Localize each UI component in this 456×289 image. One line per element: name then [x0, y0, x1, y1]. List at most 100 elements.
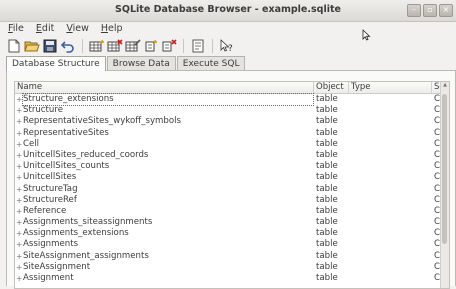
- undo-icon[interactable]: [60, 38, 76, 54]
- tree-row[interactable]: +Assignments_siteassignmentstableC...: [15, 217, 448, 228]
- row-object: table: [316, 273, 338, 283]
- delete-table-icon[interactable]: [107, 38, 123, 54]
- toolbar: ?: [6, 37, 235, 55]
- row-name: UnitcellSites_reduced_coords: [23, 149, 149, 160]
- row-name: Reference: [23, 205, 67, 216]
- row-name: Assignments_siteassignments: [23, 217, 153, 228]
- tree-row[interactable]: +StructureReftableC...: [15, 194, 448, 206]
- row-object: table: [316, 183, 338, 194]
- expand-icon[interactable]: +: [16, 251, 22, 262]
- minimize-button[interactable]: –: [407, 4, 421, 17]
- sql-icon[interactable]: [190, 38, 206, 54]
- column-header-object[interactable]: Object: [314, 82, 349, 93]
- tree-row[interactable]: + RepresentativeSites_wykoff_symbols table…: [15, 116, 448, 127]
- row-name: SiteAssignment_assignments: [23, 250, 149, 261]
- row-name: RepresentativeSites_wykoff_symbols: [23, 116, 181, 127]
- open-database-icon[interactable]: [24, 38, 40, 54]
- expand-icon[interactable]: +: [16, 206, 22, 217]
- row-name: SiteAssignment: [23, 261, 91, 272]
- save-icon[interactable]: [42, 38, 58, 54]
- tree-row[interactable]: +Structure_extensionstableC...: [15, 93, 448, 106]
- scrollbar-thumb[interactable]: [442, 94, 447, 244]
- expand-icon[interactable]: +: [16, 116, 22, 127]
- column-header-type[interactable]: Type: [349, 82, 432, 93]
- row-object: table: [316, 250, 338, 261]
- row-object: table: [316, 127, 338, 138]
- row-object: table: [316, 217, 338, 228]
- tree-row[interactable]: +CelltableC...: [15, 138, 448, 150]
- window-title: SQLite Database Browser - example.sqlite: [115, 4, 341, 15]
- expand-icon[interactable]: +: [16, 184, 22, 195]
- expand-icon[interactable]: +: [16, 139, 22, 150]
- row-object: table: [316, 205, 338, 216]
- tab-bar: Database Structure Browse Data Execute S…: [6, 56, 246, 71]
- row-name: StructureTag: [23, 183, 78, 194]
- tree-row[interactable]: +AssignmentstableC...: [15, 239, 448, 250]
- row-object: table: [316, 149, 338, 160]
- row-name: Assignments: [23, 239, 79, 250]
- scroll-up-icon[interactable]: ▲: [441, 82, 449, 88]
- create-index-icon[interactable]: [143, 38, 159, 54]
- expand-icon[interactable]: +: [16, 195, 22, 206]
- tab-browse-data[interactable]: Browse Data: [106, 56, 176, 71]
- expand-icon[interactable]: +: [16, 228, 22, 239]
- row-object: table: [316, 138, 338, 149]
- tree-row[interactable]: +UnitcellSites_countstableC...: [15, 161, 448, 172]
- menu-edit[interactable]: Edit: [36, 21, 54, 36]
- tree-row[interactable]: +StructureTagtableC...: [15, 183, 448, 195]
- row-object: table: [316, 172, 338, 183]
- row-object: table: [316, 194, 338, 205]
- row-name: Assignments_extensions: [23, 228, 129, 239]
- expand-icon[interactable]: +: [16, 94, 22, 105]
- expand-icon[interactable]: +: [16, 273, 22, 284]
- close-button[interactable]: ×: [439, 4, 453, 17]
- tree-row[interactable]: +SiteAssignment_assignmentstableC...: [15, 250, 448, 262]
- tree-row[interactable]: +StructuretableC...: [15, 105, 448, 116]
- modify-table-icon[interactable]: [125, 38, 141, 54]
- vertical-scrollbar[interactable]: ▲: [440, 82, 449, 288]
- structure-tree[interactable]: Name Object Type Sc +Structure_extension…: [14, 81, 450, 289]
- tab-database-structure[interactable]: Database Structure: [6, 56, 106, 71]
- tree-row[interactable]: +UnitcellSitestableC...: [15, 172, 448, 183]
- tab-execute-sql[interactable]: Execute SQL: [176, 56, 246, 71]
- expand-icon[interactable]: +: [16, 172, 22, 183]
- row-name: Structure: [23, 105, 63, 116]
- expand-icon[interactable]: +: [16, 217, 22, 228]
- expand-icon[interactable]: +: [16, 239, 22, 250]
- menu-bar: File Edit View Help: [0, 21, 456, 36]
- tree-row[interactable]: +UnitcellSites_reduced_coordstableC...: [15, 149, 448, 161]
- database-structure-panel: Name Object Type Sc +Structure_extension…: [6, 70, 456, 289]
- row-name: Cell: [23, 138, 40, 149]
- expand-icon[interactable]: +: [16, 128, 22, 139]
- whats-this-icon[interactable]: ?: [219, 38, 235, 54]
- row-name: UnitcellSites: [23, 172, 77, 183]
- row-name: StructureRef: [23, 194, 77, 205]
- tree-row[interactable]: +AssignmenttableC...: [15, 273, 448, 284]
- expand-icon[interactable]: +: [16, 262, 22, 273]
- row-object: table: [316, 239, 338, 250]
- row-object: table: [316, 105, 338, 116]
- delete-index-icon[interactable]: [161, 38, 177, 54]
- expand-icon[interactable]: +: [16, 150, 22, 161]
- mouse-pointer-icon: [362, 29, 371, 44]
- menu-file[interactable]: File: [8, 21, 24, 36]
- row-name: Assignment: [23, 273, 74, 283]
- column-header-name[interactable]: Name: [15, 82, 314, 93]
- maximize-button[interactable]: ▫: [423, 4, 437, 17]
- tree-row[interactable]: +SiteAssignmenttableC...: [15, 261, 448, 273]
- menu-help[interactable]: Help: [101, 21, 123, 36]
- row-name: RepresentativeSites: [23, 127, 109, 138]
- tree-row[interactable]: +Assignments_extensionstableC...: [15, 228, 448, 239]
- tree-row[interactable]: +RepresentativeSitestableC...: [15, 127, 448, 139]
- tree-row[interactable]: +ReferencetableC...: [15, 205, 448, 217]
- row-object: table: [316, 116, 338, 127]
- create-table-icon[interactable]: [89, 38, 105, 54]
- svg-text:?: ?: [228, 44, 233, 53]
- menu-view[interactable]: View: [66, 21, 89, 36]
- expand-icon[interactable]: +: [16, 161, 22, 172]
- row-name: Structure_extensions: [22, 93, 314, 106]
- row-name: UnitcellSites_counts: [23, 161, 110, 172]
- expand-icon[interactable]: +: [16, 105, 22, 116]
- new-database-icon[interactable]: [6, 38, 22, 54]
- window-titlebar: SQLite Database Browser - example.sqlite…: [0, 0, 456, 22]
